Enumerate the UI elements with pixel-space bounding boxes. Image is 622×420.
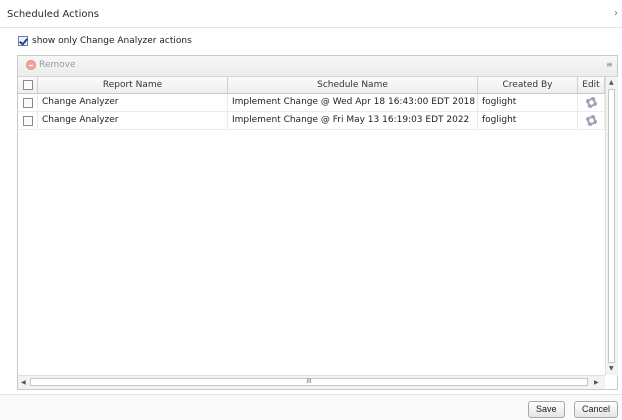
- columns-menu-icon[interactable]: ≡: [606, 60, 613, 69]
- show-only-change-analyzer-checkbox[interactable]: [18, 36, 28, 46]
- row-select-cell: [18, 94, 38, 111]
- dialog-titlebar: Scheduled Actions ›: [0, 0, 622, 28]
- scroll-grip-icon: III: [306, 378, 312, 385]
- select-all-cell: [18, 77, 38, 93]
- created-by-cell: foglight: [478, 112, 578, 129]
- save-button[interactable]: Save: [528, 401, 565, 418]
- row-checkbox[interactable]: [23, 97, 33, 108]
- scroll-down-arrow-icon[interactable]: ▼: [609, 365, 614, 372]
- vertical-scroll-thumb[interactable]: [608, 89, 615, 363]
- change-analyzer-filter[interactable]: show only Change Analyzer actions: [18, 35, 192, 47]
- scroll-up-arrow-icon[interactable]: ▲: [609, 79, 614, 86]
- vertical-scrollbar[interactable]: ▲ ▼: [605, 77, 618, 375]
- remove-icon: [26, 60, 36, 70]
- dialog-title: Scheduled Actions: [7, 9, 100, 20]
- gear-icon[interactable]: [585, 97, 597, 108]
- table-row[interactable]: Change Analyzer Implement Change @ Fri M…: [18, 112, 605, 130]
- horizontal-scrollbar[interactable]: ◀ III ▶: [18, 375, 605, 389]
- cancel-button[interactable]: Cancel: [574, 401, 619, 418]
- grid-toolbar: Remove ≡: [18, 56, 617, 77]
- edit-cell: [578, 112, 605, 129]
- table-row[interactable]: Change Analyzer Implement Change @ Wed A…: [18, 94, 605, 112]
- scroll-right-arrow-icon[interactable]: ▶: [594, 379, 599, 386]
- filter-label: show only Change Analyzer actions: [32, 36, 192, 46]
- column-header-report-name[interactable]: Report Name: [38, 77, 228, 93]
- dialog-footer: Save Cancel: [0, 394, 622, 420]
- select-all-checkbox[interactable]: [22, 80, 33, 90]
- schedule-name-cell: Implement Change @ Fri May 13 16:19:03 E…: [228, 112, 478, 129]
- column-header-edit: Edit: [578, 77, 605, 93]
- row-select-cell: [18, 112, 38, 129]
- edit-cell: [578, 94, 605, 111]
- report-name-cell: Change Analyzer: [38, 94, 228, 111]
- grid-header: Report Name Schedule Name Created By Edi…: [18, 77, 605, 94]
- scheduled-actions-grid-panel: Remove ≡ Report Name Schedule Name Creat…: [17, 55, 618, 390]
- remove-button[interactable]: Remove: [26, 60, 76, 70]
- horizontal-scroll-thumb[interactable]: III: [30, 378, 588, 386]
- scroll-left-arrow-icon[interactable]: ◀: [21, 379, 26, 386]
- created-by-cell: foglight: [478, 94, 578, 111]
- column-header-schedule-name[interactable]: Schedule Name: [228, 77, 478, 93]
- schedule-name-cell: Implement Change @ Wed Apr 18 16:43:00 E…: [228, 94, 478, 111]
- remove-label: Remove: [39, 60, 76, 70]
- close-icon[interactable]: ›: [614, 8, 618, 19]
- row-checkbox[interactable]: [23, 115, 33, 126]
- column-header-created-by[interactable]: Created By: [478, 77, 578, 93]
- gear-icon[interactable]: [585, 115, 597, 126]
- report-name-cell: Change Analyzer: [38, 112, 228, 129]
